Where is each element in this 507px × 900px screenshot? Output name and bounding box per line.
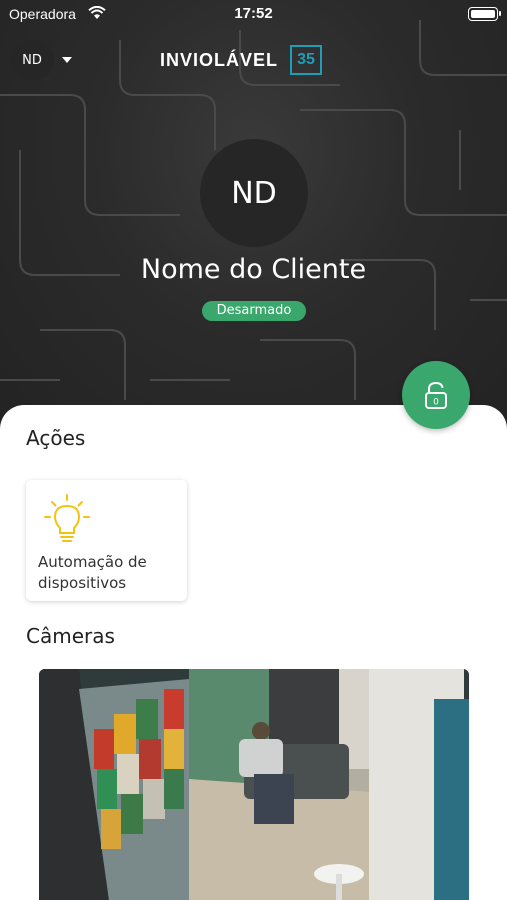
cameras-title: Câmeras (26, 624, 115, 648)
client-name: Nome do Cliente (140, 254, 367, 285)
account-switcher-button[interactable]: ND (10, 40, 54, 80)
camera-snapshot (39, 669, 469, 900)
status-bar: Operadora 17:52 (0, 0, 507, 28)
avatar: ND (200, 139, 308, 247)
account-initials: ND (22, 52, 42, 68)
unlock-icon: 0 (425, 381, 447, 409)
brand-logo: INVIOLÁVEL 35 (160, 44, 323, 76)
lock-count: 0 (433, 398, 439, 408)
logo-anniversary-badge: 35 (290, 45, 323, 75)
status-badge: Desarmado (202, 301, 306, 321)
actions-title: Ações (26, 426, 86, 450)
camera-feed[interactable] (39, 669, 469, 900)
logo-text: INVIOLÁVEL (160, 49, 279, 70)
action-card-device-automation[interactable]: Automação de dispositivos (26, 480, 187, 601)
action-card-label: Automação de dispositivos (38, 553, 147, 592)
lock-button[interactable]: 0 (402, 361, 470, 429)
lightbulb-icon (44, 494, 90, 542)
chevron-down-icon[interactable] (62, 57, 72, 63)
clock: 17:52 (234, 5, 273, 22)
avatar-initials: ND (231, 175, 277, 211)
battery-icon (468, 7, 501, 21)
